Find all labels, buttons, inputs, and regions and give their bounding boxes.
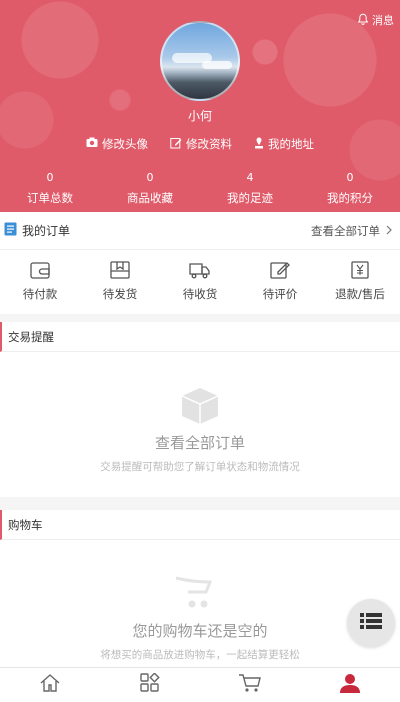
home-icon [39, 673, 61, 697]
camera-icon [86, 137, 98, 151]
my-orders-panel: 我的订单 查看全部订单 待付款 待发货 待收货 待评价 退款/售后 [0, 212, 400, 314]
cart-title: 购物车 [0, 510, 400, 540]
tab-category[interactable] [100, 668, 200, 702]
trade-reminder-section: 交易提醒 查看全部订单 交易提醒可帮助您了解订单状态和物流情况 [0, 322, 400, 497]
bell-icon [357, 13, 369, 28]
stat-label: 我的积分 [327, 191, 373, 205]
refund-icon [350, 261, 370, 282]
orders-header: 我的订单 查看全部订单 [0, 212, 400, 250]
category-icon [139, 672, 161, 697]
edit-icon [170, 137, 182, 152]
orders-title-label: 我的订单 [22, 224, 71, 238]
view-all-orders-link[interactable]: 查看全部订单 [311, 223, 392, 239]
box-icon [0, 384, 400, 432]
stat-label: 订单总数 [27, 191, 73, 205]
trade-empty-title[interactable]: 查看全部订单 [0, 432, 400, 453]
stat-label: 我的足迹 [227, 191, 273, 205]
username: 小何 [187, 109, 212, 123]
order-pending-review[interactable]: 待评价 [240, 250, 320, 313]
truck-icon [189, 261, 211, 282]
pen-icon [270, 261, 290, 282]
order-item-label: 待发货 [102, 287, 138, 301]
view-all-label: 查看全部订单 [311, 223, 380, 238]
order-status-row: 待付款 待发货 待收货 待评价 退款/售后 [0, 250, 400, 313]
profile-links: 修改头像 修改资料 我的地址 [0, 136, 400, 152]
stat-favorites[interactable]: 0 商品收藏 [100, 170, 200, 206]
stats-row: 0 订单总数 0 商品收藏 4 我的足迹 0 我的积分 [0, 170, 400, 206]
edit-profile-label: 修改资料 [186, 137, 232, 151]
order-pending-shipment[interactable]: 待发货 [80, 250, 160, 313]
cart-icon [238, 673, 262, 697]
edit-avatar-link[interactable]: 修改头像 [86, 136, 148, 152]
avatar[interactable] [160, 21, 240, 101]
list-icon [360, 613, 382, 633]
stat-value: 0 [346, 171, 354, 184]
stat-value: 0 [46, 171, 54, 184]
profile-header: 消息 小何 修改头像 修改资料 我的地址 0 订单总数 0 商品收藏 4 我的足… [0, 0, 400, 212]
message-label: 消息 [372, 14, 394, 27]
floating-menu-button[interactable] [347, 599, 395, 647]
order-item-label: 退款/售后 [335, 287, 385, 301]
message-button[interactable]: 消息 [357, 12, 394, 28]
trade-reminder-title: 交易提醒 [0, 322, 400, 352]
order-item-label: 待收货 [182, 287, 218, 301]
chevron-right-icon [386, 224, 392, 238]
cart-empty-desc: 将想买的商品放进购物车，一起结算更轻松 [100, 649, 300, 661]
cart-section: 购物车 您的购物车还是空的 将想买的商品放进购物车，一起结算更轻松 [0, 510, 400, 667]
wallet-icon [30, 261, 50, 282]
bottom-tab-bar [0, 667, 400, 702]
cart-empty-title: 您的购物车还是空的 [132, 622, 268, 640]
edit-profile-link[interactable]: 修改资料 [170, 136, 232, 152]
my-address-link[interactable]: 我的地址 [254, 136, 314, 152]
trade-empty-desc: 交易提醒可帮助您了解订单状态和物流情况 [100, 461, 300, 473]
stat-label: 商品收藏 [127, 191, 173, 205]
orders-title: 我的订单 [4, 222, 70, 239]
order-pending-payment[interactable]: 待付款 [0, 250, 80, 313]
stat-footprints[interactable]: 4 我的足迹 [200, 170, 300, 206]
tab-profile[interactable] [300, 668, 400, 702]
trade-empty-state: 查看全部订单 交易提醒可帮助您了解订单状态和物流情况 [0, 352, 400, 474]
order-item-label: 待评价 [262, 287, 298, 301]
order-list-icon [4, 222, 17, 239]
tab-cart[interactable] [200, 668, 300, 702]
package-icon [110, 261, 130, 282]
stat-value: 4 [246, 171, 254, 184]
user-icon [339, 673, 361, 697]
tab-home[interactable] [0, 668, 100, 702]
edit-avatar-label: 修改头像 [102, 137, 148, 151]
my-address-label: 我的地址 [268, 137, 314, 151]
stat-value: 0 [146, 171, 154, 184]
cart-empty-state: 您的购物车还是空的 将想买的商品放进购物车，一起结算更轻松 [0, 540, 400, 662]
stat-points[interactable]: 0 我的积分 [300, 170, 400, 206]
stat-orders[interactable]: 0 订单总数 [0, 170, 100, 206]
order-pending-receipt[interactable]: 待收货 [160, 250, 240, 313]
location-icon [254, 137, 264, 152]
order-item-label: 待付款 [22, 287, 58, 301]
order-refund-aftersale[interactable]: 退款/售后 [320, 250, 400, 313]
empty-cart-icon [0, 570, 400, 620]
